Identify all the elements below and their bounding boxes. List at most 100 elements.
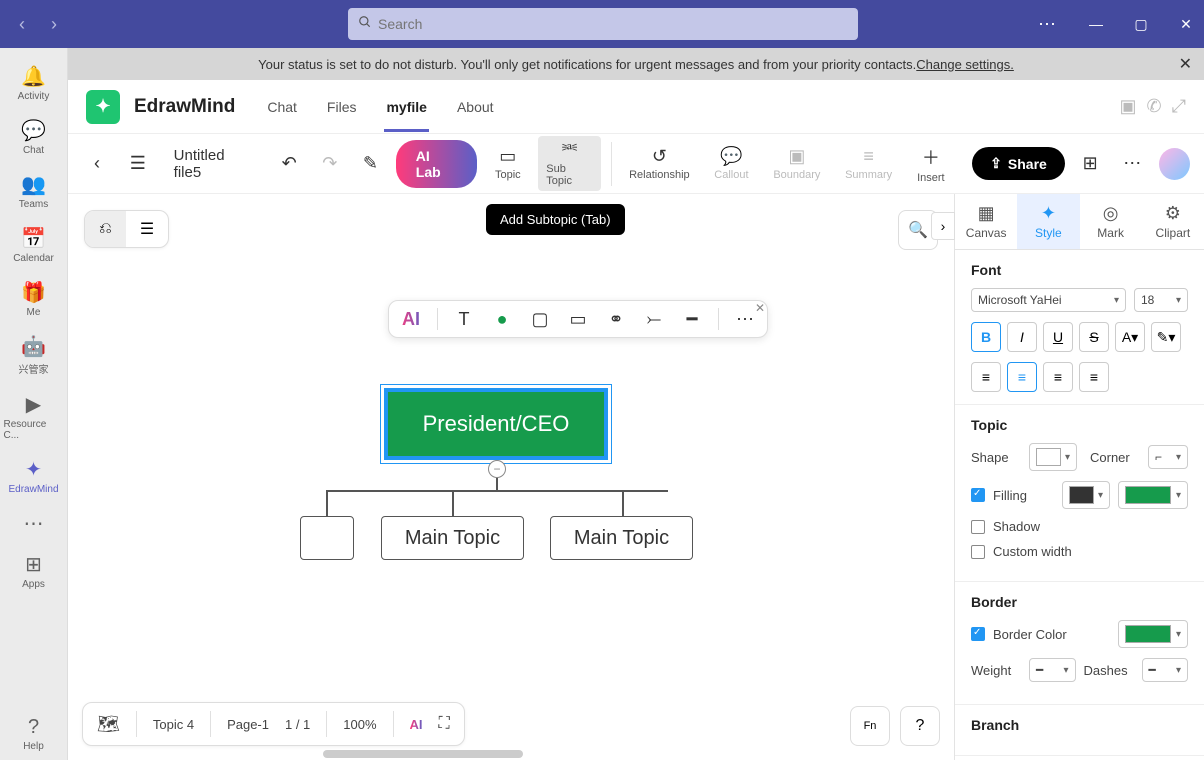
search-box[interactable] bbox=[348, 8, 858, 40]
dashes-select[interactable]: ━ bbox=[1142, 658, 1189, 682]
collapse-handle[interactable]: − bbox=[488, 460, 506, 478]
insert-button[interactable]: ＋Insert bbox=[909, 140, 952, 188]
callout-button[interactable]: 💬Callout bbox=[707, 142, 756, 185]
rail-help[interactable]: ?Help bbox=[4, 708, 64, 760]
page-name[interactable]: Page-1 bbox=[227, 717, 269, 732]
mini-close-icon[interactable]: ✕ bbox=[751, 299, 769, 317]
rail-activity[interactable]: 🔔Activity bbox=[4, 56, 64, 110]
window-close[interactable]: ✕ bbox=[1176, 16, 1196, 33]
italic-button[interactable]: I bbox=[1007, 322, 1037, 352]
grid-button[interactable]: ⊞ bbox=[1075, 149, 1106, 178]
shape-select[interactable] bbox=[1029, 443, 1077, 471]
align-left-button[interactable]: ≡ bbox=[971, 362, 1001, 392]
tab-myfile[interactable]: myfile bbox=[378, 82, 434, 132]
ai-badge[interactable]: AI bbox=[410, 717, 423, 732]
fill-color2-select[interactable] bbox=[1118, 481, 1188, 509]
redo-button[interactable]: ↷ bbox=[314, 149, 345, 178]
rail-calendar[interactable]: 📅Calendar bbox=[4, 218, 64, 272]
canvas[interactable]: ⎌ ☰ 🔍 › Add Subtopic (Tab) AI T ● ▢ ▭ ⚭ … bbox=[68, 194, 954, 760]
topic-button[interactable]: ▭Topic bbox=[487, 142, 528, 185]
horizontal-scrollbar[interactable] bbox=[323, 750, 523, 758]
link-icon[interactable]: ⚭ bbox=[604, 307, 628, 331]
tab-files[interactable]: Files bbox=[319, 82, 365, 132]
user-avatar[interactable] bbox=[1159, 148, 1190, 180]
ai-icon[interactable]: AI bbox=[399, 307, 423, 331]
boundary-button[interactable]: ▣Boundary bbox=[766, 142, 828, 185]
rail-chat[interactable]: 💬Chat bbox=[4, 110, 64, 164]
banner-link[interactable]: Change settings. bbox=[916, 57, 1014, 72]
align-justify-button[interactable]: ≡ bbox=[1079, 362, 1109, 392]
panel-collapse-button[interactable]: › bbox=[931, 212, 955, 240]
ai-lab-button[interactable]: AI Lab bbox=[396, 140, 478, 188]
filling-checkbox[interactable] bbox=[971, 488, 985, 502]
border-color-checkbox[interactable] bbox=[971, 627, 985, 641]
sp-tab-clipart[interactable]: ⚙Clipart bbox=[1142, 194, 1204, 249]
undo-button[interactable]: ↶ bbox=[274, 149, 305, 178]
text-color-button[interactable]: A▾ bbox=[1115, 322, 1145, 352]
rail-xingguanjia[interactable]: 🤖兴管家 bbox=[4, 326, 64, 384]
branch-icon[interactable]: ⤚ bbox=[642, 307, 666, 331]
format-painter-button[interactable]: ✎ bbox=[355, 149, 386, 178]
custom-width-checkbox[interactable] bbox=[971, 545, 985, 559]
summary-button[interactable]: ≡Summary bbox=[838, 142, 900, 185]
underline-button[interactable]: U bbox=[1043, 322, 1073, 352]
strike-button[interactable]: S bbox=[1079, 322, 1109, 352]
sp-tab-label: Style bbox=[1035, 226, 1062, 240]
rail-apps[interactable]: ⊞Apps bbox=[4, 544, 64, 598]
border-icon[interactable]: ▭ bbox=[566, 307, 590, 331]
shape-icon[interactable]: ▢ bbox=[528, 307, 552, 331]
fn-button[interactable]: Fn bbox=[850, 706, 890, 746]
fill-color-icon[interactable]: ● bbox=[490, 307, 514, 331]
highlight-button[interactable]: ✎▾ bbox=[1151, 322, 1181, 352]
banner-close-icon[interactable]: ✕ bbox=[1179, 54, 1192, 74]
sp-tab-style[interactable]: ✦Style bbox=[1017, 194, 1079, 249]
sp-tab-canvas[interactable]: ▦Canvas bbox=[955, 194, 1017, 249]
menu-button[interactable]: ☰ bbox=[122, 149, 154, 178]
node-child-2[interactable]: Main Topic bbox=[381, 516, 524, 560]
clipart-icon: ⚙ bbox=[1165, 203, 1181, 224]
corner-select[interactable]: ⌐ bbox=[1148, 445, 1188, 469]
call-icon[interactable]: ✆ bbox=[1147, 96, 1162, 117]
help-button[interactable]: ? bbox=[900, 706, 940, 746]
search-input[interactable] bbox=[378, 16, 848, 32]
window-minimize[interactable]: ― bbox=[1086, 16, 1106, 33]
view-mindmap[interactable]: ⎌ bbox=[85, 211, 126, 247]
rail-teams[interactable]: 👥Teams bbox=[4, 164, 64, 218]
zoom-level[interactable]: 100% bbox=[343, 717, 376, 732]
font-size-select[interactable]: 18 bbox=[1134, 288, 1188, 312]
titlebar-more-icon[interactable]: ⋯ bbox=[1038, 14, 1056, 35]
tab-chat[interactable]: Chat bbox=[259, 82, 305, 132]
back-button[interactable]: ‹ bbox=[82, 149, 112, 178]
sp-tab-mark[interactable]: ◎Mark bbox=[1080, 194, 1142, 249]
tab-about[interactable]: About bbox=[449, 82, 502, 132]
align-center-button[interactable]: ≡ bbox=[1007, 362, 1037, 392]
line-style-icon[interactable]: ━ bbox=[680, 307, 704, 331]
subtopic-button[interactable]: ⎃Sub Topic bbox=[538, 136, 601, 191]
text-icon[interactable]: T bbox=[452, 307, 476, 331]
rail-resource[interactable]: ▶Resource C... bbox=[4, 384, 64, 449]
map-icon[interactable]: 🗺 bbox=[97, 714, 120, 735]
video-icon[interactable]: ▣ bbox=[1119, 96, 1136, 117]
shadow-checkbox[interactable] bbox=[971, 520, 985, 534]
bold-button[interactable]: B bbox=[971, 322, 1001, 352]
toolbar-more[interactable]: ⋯ bbox=[1115, 149, 1148, 178]
rail-more[interactable]: ⋯ bbox=[4, 503, 64, 544]
window-maximize[interactable]: ▢ bbox=[1131, 16, 1151, 33]
font-family-select[interactable]: Microsoft YaHei bbox=[971, 288, 1126, 312]
nav-back[interactable]: ‹ bbox=[8, 10, 36, 38]
node-child-3[interactable]: Main Topic bbox=[550, 516, 693, 560]
view-outline[interactable]: ☰ bbox=[126, 211, 168, 247]
node-root[interactable]: President/CEO bbox=[384, 388, 608, 460]
share-button[interactable]: ⇪Share bbox=[972, 147, 1065, 180]
border-color-select[interactable] bbox=[1118, 620, 1188, 648]
fullscreen-icon[interactable]: ⛶ bbox=[439, 715, 450, 733]
weight-select[interactable]: ━ bbox=[1029, 658, 1076, 682]
rail-me[interactable]: 🎁Me bbox=[4, 272, 64, 326]
nav-forward[interactable]: › bbox=[40, 10, 68, 38]
node-child-1[interactable] bbox=[300, 516, 354, 560]
relationship-button[interactable]: ↺Relationship bbox=[622, 142, 697, 185]
popout-icon[interactable]: ⤢ bbox=[1172, 96, 1186, 117]
align-right-button[interactable]: ≡ bbox=[1043, 362, 1073, 392]
fill-color1-select[interactable] bbox=[1062, 481, 1110, 509]
rail-edrawmind[interactable]: ✦EdrawMind bbox=[4, 449, 64, 503]
